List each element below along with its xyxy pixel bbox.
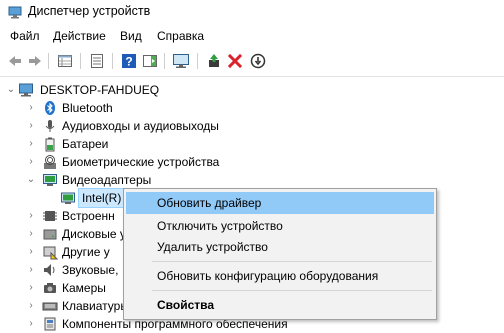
other-device-icon: [43, 246, 58, 260]
battery-icon: [45, 137, 55, 152]
software-component-icon: [44, 317, 56, 331]
disable-device-menu-item[interactable]: Отключить устройство: [126, 215, 434, 237]
menu-item-label: Обновить конфигурацию оборудования: [157, 269, 379, 283]
chevron-right-icon[interactable]: ›: [26, 117, 36, 135]
chevron-down-icon[interactable]: ⌄: [26, 171, 36, 189]
monitor-scan-icon[interactable]: [172, 52, 190, 70]
chevron-down-icon[interactable]: ⌄: [6, 81, 16, 99]
toolbar-separator: [80, 53, 81, 69]
camera-icon: [44, 283, 56, 293]
menu-action[interactable]: Действие: [51, 29, 108, 43]
display-adapter-icon: [43, 174, 57, 186]
menu-item-label: Отключить устройство: [157, 219, 283, 233]
window-title: Диспетчер устройств: [28, 4, 151, 18]
bluetooth-icon: [45, 101, 55, 115]
disk-icon: [43, 229, 57, 240]
update-driver-menu-item[interactable]: Обновить драйвер: [126, 192, 434, 214]
tree-item-label: Биометрические устройства: [62, 155, 220, 169]
menu-view[interactable]: Вид: [118, 29, 144, 43]
tree-item-label: Звуковые,: [62, 263, 119, 277]
tree-item-label: Встроенн: [62, 209, 115, 223]
scan-hardware-menu-item[interactable]: Обновить конфигурацию оборудования: [126, 265, 434, 287]
title-bar: Диспетчер устройств: [0, 0, 504, 24]
toolbar-separator: [197, 53, 198, 69]
tree-item-label: Другие у: [62, 245, 110, 259]
tree-item-label: Камеры: [62, 281, 106, 295]
tree-item-label: Аудиовходы и аудиовыходы: [62, 119, 219, 133]
menu-separator: [152, 290, 432, 291]
keyboard-icon: [42, 302, 58, 311]
properties-menu-item[interactable]: Свойства: [126, 294, 434, 316]
tree-item-audio[interactable]: › Аудиовходы и аудиовыходы: [0, 117, 300, 135]
svg-text:?: ?: [125, 55, 132, 69]
tree-item-label: Клавиатуры: [62, 299, 129, 313]
menu-item-label: Свойства: [157, 298, 215, 312]
menu-item-label: Обновить драйвер: [157, 196, 262, 210]
audio-icon: [45, 120, 55, 132]
toolbar: ?: [0, 48, 504, 77]
menu-item-label: Удалить устройство: [157, 240, 268, 254]
properties-grid-icon[interactable]: [56, 52, 74, 70]
help-icon[interactable]: ?: [120, 52, 138, 70]
tree-item-batteries[interactable]: › Батареи: [0, 135, 300, 153]
menu-file[interactable]: Файл: [8, 29, 42, 43]
toolbar-separator: [112, 53, 113, 69]
chevron-right-icon[interactable]: ›: [26, 243, 36, 261]
chevron-right-icon[interactable]: ›: [26, 279, 36, 297]
action-pane-icon[interactable]: [141, 52, 159, 70]
tree-item-label: Батареи: [62, 137, 109, 151]
uninstall-device-menu-item[interactable]: Удалить устройство: [126, 236, 434, 258]
tree-item-biometric[interactable]: › Биометрические устройства: [0, 153, 300, 171]
uninstall-device-icon[interactable]: [226, 52, 244, 70]
chevron-right-icon[interactable]: ›: [26, 135, 36, 153]
chevron-right-icon[interactable]: ›: [26, 153, 36, 171]
firmware-icon: [43, 211, 57, 221]
device-manager-icon: [8, 6, 22, 19]
chevron-right-icon[interactable]: ›: [26, 297, 36, 315]
chevron-right-icon[interactable]: ›: [26, 99, 36, 117]
toolbar-separator: [164, 53, 165, 69]
sound-icon: [44, 264, 55, 276]
biometric-icon: [44, 155, 56, 169]
toolbar-separator: [48, 53, 49, 69]
chevron-right-icon[interactable]: ›: [26, 315, 36, 333]
context-menu: Обновить драйвер Отключить устройство Уд…: [123, 188, 437, 320]
menu-separator: [152, 261, 432, 262]
chevron-right-icon[interactable]: ›: [26, 225, 36, 243]
tree-item-display-adapters[interactable]: ⌄ Видеоадаптеры: [0, 171, 300, 189]
computer-icon: [19, 83, 33, 97]
tree-root[interactable]: ⌄ DESKTOP-FAHDUEQ: [0, 81, 300, 99]
tree-item-label: Дисковые у: [62, 227, 126, 241]
tree-item-bluetooth[interactable]: › Bluetooth: [0, 99, 300, 117]
menu-help[interactable]: Справка: [155, 29, 206, 43]
chevron-right-icon[interactable]: ›: [26, 261, 36, 279]
tree-item-label: Видеоадаптеры: [62, 173, 152, 187]
add-driver-icon[interactable]: [205, 52, 223, 70]
chevron-right-icon[interactable]: ›: [26, 207, 36, 225]
properties-page-icon[interactable]: [88, 52, 106, 70]
disable-device-icon[interactable]: [249, 52, 267, 70]
menu-bar: Файл Действие Вид Справка: [0, 26, 504, 46]
forward-arrow-icon[interactable]: [26, 52, 44, 70]
gpu-icon: [61, 192, 75, 204]
tree-item-label: Intel(R): [77, 188, 126, 208]
tree-root-label: DESKTOP-FAHDUEQ: [40, 83, 160, 97]
tree-item-label: Bluetooth: [62, 101, 113, 115]
back-arrow-icon[interactable]: [6, 52, 24, 70]
